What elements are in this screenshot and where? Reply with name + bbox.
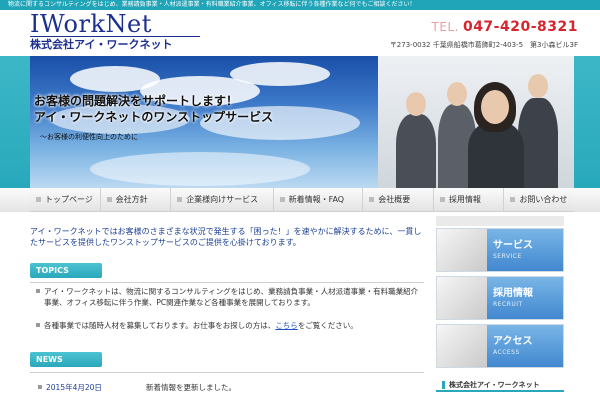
tel-label: TEL.	[431, 20, 459, 34]
heading-bar-icon	[442, 381, 445, 389]
news-divider	[30, 372, 424, 373]
nav-item-services[interactable]: 企業様向けサービス	[171, 188, 274, 212]
person-head	[528, 74, 548, 98]
news-heading: NEWS	[30, 352, 102, 367]
nav-bullet-icon	[36, 197, 41, 202]
hero-headline-2: アイ・ワークネットのワンストップサービス	[34, 110, 274, 124]
intro-text: アイ・ワークネットではお客様のさまざまな状況で発生する「困った！」を速やかに解決…	[30, 227, 422, 247]
person-head	[406, 92, 426, 116]
nav-item-recruit[interactable]: 採用情報	[434, 188, 505, 212]
access-label-en: ACCESS	[493, 349, 520, 356]
hero-subtitle: ～お客様の利便性向上のために	[40, 133, 138, 141]
business-people-photo	[378, 56, 574, 188]
top-announcement-bar: 物流に関するコンサルティングをはじめ、業務請負事業・人材派遣事業・有料職業紹介事…	[0, 0, 600, 10]
nav-item-policy[interactable]: 会社方針	[101, 188, 172, 212]
nav-item-contact[interactable]: お問い合わせ	[504, 188, 574, 212]
bullet-icon	[38, 385, 42, 389]
cloud-shape	[230, 62, 330, 86]
recruit-banner-button[interactable]: 採用情報 RECRUIT	[436, 276, 564, 320]
main-navigation: トップページ 会社方針 企業様向けサービス 新着情報・FAQ 会社概要 採用情報…	[30, 188, 574, 212]
nav-item-company[interactable]: 会社概要	[363, 188, 434, 212]
person-figure	[396, 114, 436, 188]
access-banner-button[interactable]: アクセス ACCESS	[436, 324, 564, 368]
nav-item-news-faq[interactable]: 新着情報・FAQ	[274, 188, 364, 212]
nav-item-label: 企業様向けサービス	[186, 195, 259, 204]
top-announcement-text: 物流に関するコンサルティングをはじめ、業務請負事業・人材派遣事業・有料職業紹介事…	[8, 1, 416, 8]
person-head	[447, 82, 467, 106]
bullet-icon	[36, 289, 40, 293]
hero-headline-1: お客様の問題解決をサポートします！	[34, 94, 239, 108]
service-banner-button[interactable]: サービス SERVICE	[436, 228, 564, 272]
nav-bullet-icon	[106, 197, 112, 202]
building-image	[437, 325, 487, 367]
bullet-icon	[36, 323, 40, 327]
topic-item: 各種事業では随時人材を募集しております。お仕事をお探しの方は、こちらをご覧くださ…	[36, 320, 420, 331]
nav-item-label: 採用情報	[448, 195, 481, 204]
recruit-person-image	[437, 277, 487, 319]
recruit-label-en: RECRUIT	[493, 301, 523, 308]
nav-item-label: 会社方針	[115, 195, 148, 204]
site-header: IWorkNet 株式会社アイ・ワークネット TEL. 047-420-8321 …	[0, 10, 600, 56]
hero-banner: お客様の問題解決をサポートします！ アイ・ワークネットのワンストップサービス ～…	[0, 56, 600, 188]
person-figure	[518, 98, 558, 188]
logo-wordmark[interactable]: IWorkNet	[30, 12, 152, 36]
topics-divider	[30, 282, 424, 283]
service-label: サービス	[493, 240, 533, 251]
nav-bullet-icon	[279, 197, 285, 202]
news-text[interactable]: 新着情報を更新しました。	[146, 382, 236, 393]
nav-item-label: 会社概要	[378, 195, 411, 204]
topic-item: アイ・ワークネットは、物流に関するコンサルティングをはじめ、業務請負事業・人材派…	[36, 286, 420, 308]
tel-number: 047-420-8321	[462, 19, 578, 35]
topic-text: 各種事業では随時人材を募集しております。お仕事をお探しの方は、	[44, 321, 276, 330]
cloud-shape	[90, 152, 310, 186]
nav-item-label: 新着情報・FAQ	[288, 195, 345, 204]
nav-bullet-icon	[439, 197, 445, 202]
company-name-logo[interactable]: 株式会社アイ・ワークネット	[30, 36, 172, 52]
nav-item-label: お問い合わせ	[519, 195, 568, 204]
topics-heading: TOPICS	[30, 263, 102, 278]
topic-text-tail: をご覧ください。	[297, 321, 358, 330]
recruit-label: 採用情報	[493, 288, 533, 299]
nav-bullet-icon	[369, 197, 375, 202]
phone-number: TEL. 047-420-8321	[418, 19, 578, 35]
nav-item-top[interactable]: トップページ	[30, 188, 101, 212]
sidebar-top-strip	[436, 216, 564, 226]
sidebar-company-name: 株式会社アイ・ワークネット	[449, 381, 540, 389]
recruit-link[interactable]: こちら	[275, 321, 298, 330]
person-head	[481, 90, 509, 124]
sidebar-company-heading: 株式会社アイ・ワークネット	[436, 378, 564, 392]
company-address: 〒273-0032 千葉県船橋市葛飾町2-403-5 第3小森ビル3F	[389, 41, 578, 49]
nav-bullet-icon	[510, 197, 516, 202]
service-label-en: SERVICE	[493, 253, 522, 260]
hero-image: お客様の問題解決をサポートします！ アイ・ワークネットのワンストップサービス ～…	[30, 56, 574, 188]
nav-bullet-icon	[177, 197, 183, 202]
nav-item-label: トップページ	[45, 195, 93, 204]
topic-text: アイ・ワークネットは、物流に関するコンサルティングをはじめ、業務請負事業・人材派…	[44, 287, 419, 307]
access-label: アクセス	[493, 336, 533, 347]
news-date: 2015年4月20日	[46, 383, 102, 392]
headset-operator-image	[437, 229, 487, 271]
